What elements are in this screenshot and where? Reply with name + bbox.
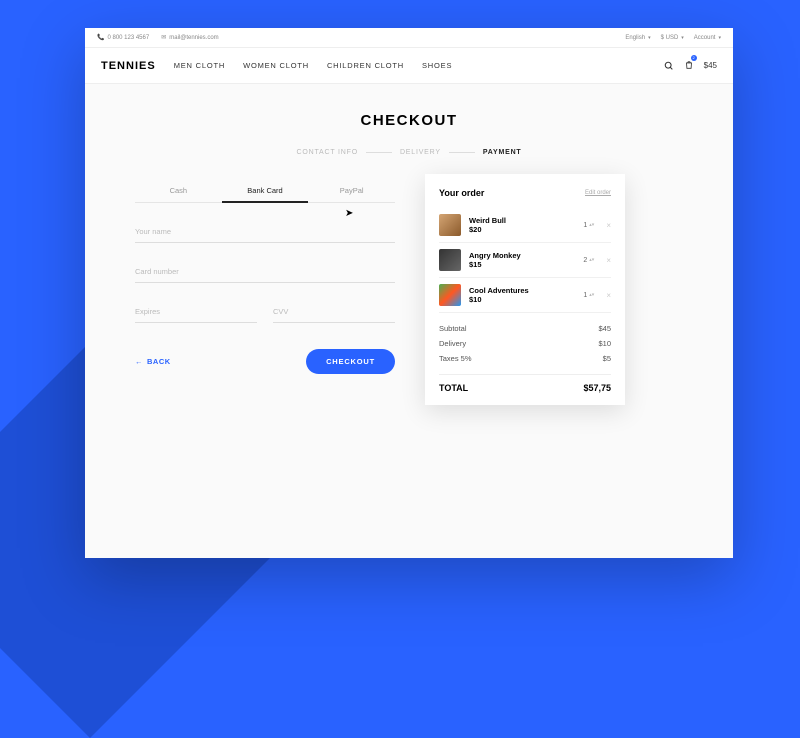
- nav-shoes[interactable]: SHOES: [422, 61, 452, 70]
- cart-icon[interactable]: 2: [684, 57, 694, 75]
- checkout-button[interactable]: CHECKOUT: [306, 349, 395, 374]
- phone: 📞 0 800 123 4567: [97, 34, 149, 41]
- payment-form: Cash Bank Card PayPal ← BACK CHECKOUT: [135, 180, 395, 405]
- order-item: Weird Bull$20 1▴▾ ×: [439, 208, 611, 243]
- checkout-steps: CONTACT INFO DELIVERY PAYMENT: [135, 149, 683, 156]
- step-delivery[interactable]: DELIVERY: [400, 149, 441, 156]
- item-thumb: [439, 284, 461, 306]
- logo[interactable]: TENNIES: [101, 60, 156, 72]
- account-menu[interactable]: Account ▾: [694, 35, 721, 41]
- order-item: Cool Adventures$10 1▴▾ ×: [439, 278, 611, 313]
- remove-icon[interactable]: ×: [606, 256, 611, 265]
- qty-stepper[interactable]: 1▴▾: [583, 222, 594, 229]
- step-payment[interactable]: PAYMENT: [483, 149, 522, 156]
- order-title: Your order: [439, 188, 484, 198]
- lang-select[interactable]: English ▾: [625, 35, 650, 41]
- app-window: 📞 0 800 123 4567 ✉ mail@tennies.com Engl…: [85, 28, 733, 558]
- topbar: 📞 0 800 123 4567 ✉ mail@tennies.com Engl…: [85, 28, 733, 48]
- remove-icon[interactable]: ×: [606, 291, 611, 300]
- item-thumb: [439, 249, 461, 271]
- qty-stepper[interactable]: 2▴▾: [583, 257, 594, 264]
- currency-select[interactable]: $ USD ▾: [661, 35, 684, 41]
- remove-icon[interactable]: ×: [606, 221, 611, 230]
- tab-cash[interactable]: Cash: [135, 180, 222, 202]
- tab-bankcard[interactable]: Bank Card: [222, 180, 309, 203]
- order-summary: Your order Edit order Weird Bull$20 1▴▾ …: [425, 174, 625, 405]
- nav-men[interactable]: MEN CLOTH: [174, 61, 225, 70]
- nav-women[interactable]: WOMEN CLOTH: [243, 61, 309, 70]
- name-input[interactable]: [135, 221, 395, 243]
- total-row: TOTAL$57,75: [439, 374, 611, 393]
- edit-order-link[interactable]: Edit order: [585, 190, 611, 196]
- cart-amount: $45: [704, 61, 717, 70]
- page-title: CHECKOUT: [135, 112, 683, 129]
- order-item: Angry Monkey$15 2▴▾ ×: [439, 243, 611, 278]
- step-contact[interactable]: CONTACT INFO: [296, 149, 357, 156]
- qty-stepper[interactable]: 1▴▾: [583, 292, 594, 299]
- tab-paypal[interactable]: PayPal: [308, 180, 395, 202]
- cvv-input[interactable]: [273, 301, 395, 323]
- email: ✉ mail@tennies.com: [161, 34, 218, 41]
- search-icon[interactable]: [664, 61, 674, 71]
- expires-input[interactable]: [135, 301, 257, 323]
- card-input[interactable]: [135, 261, 395, 283]
- back-button[interactable]: ← BACK: [135, 357, 171, 366]
- nav-children[interactable]: CHILDREN CLOTH: [327, 61, 404, 70]
- navbar: TENNIES MEN CLOTH WOMEN CLOTH CHILDREN C…: [85, 48, 733, 84]
- item-thumb: [439, 214, 461, 236]
